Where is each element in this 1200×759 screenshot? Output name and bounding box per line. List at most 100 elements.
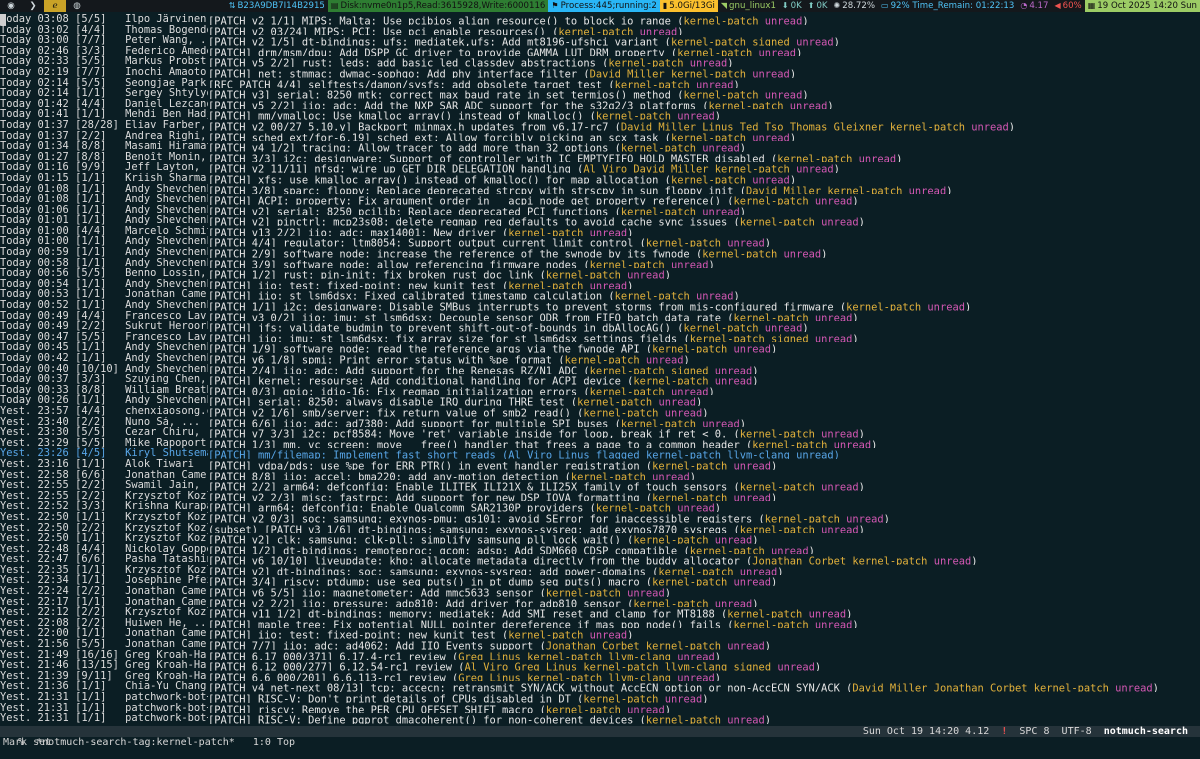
thread-tag: kernel-patch xyxy=(620,206,696,216)
status-disk-io: ▤ Disk:nvme0n1p5,Read:3615928,Write:60001… xyxy=(327,0,549,12)
thread-tag: kernel-patch xyxy=(558,26,634,36)
thread-row[interactable]: Today 00:56 [5/5] Benno Lossin, ... [PAT… xyxy=(0,268,1200,279)
wifi-icon: ◥ xyxy=(720,1,728,10)
thread-row[interactable]: Yest. 21:31 [1/1] patchwork-bot+lin..[PA… xyxy=(0,692,1200,703)
thread-row[interactable]: Today 00:49 [4/4] Francesco Lavra, ..[PA… xyxy=(0,311,1200,322)
thread-tag: kernel-patch xyxy=(664,68,747,78)
thread-row[interactable]: Today 01:37 [28/28] Eliav Farber, ... [P… xyxy=(0,120,1200,131)
thread-row[interactable]: Yest. 22:47 [6/6] Pasha Tatashin [PATCH … xyxy=(0,554,1200,565)
thread-row[interactable]: Today 00:52 [1/1] Andy Shevchenko [PATCH… xyxy=(0,300,1200,311)
thread-row[interactable]: Yest. 21:49 [16/16] Greg Kroah-Hartma..[… xyxy=(0,650,1200,661)
thread-tag: unread xyxy=(927,555,972,565)
thread-row[interactable]: Yest. 21:39 [9/11] Greg Kroah-Hartma..[P… xyxy=(0,671,1200,682)
tags-close: ) xyxy=(714,110,722,120)
thread-row[interactable]: Yest. 21:56 [5/5] Jonathan Cameron [PATC… xyxy=(0,639,1200,650)
thread-row[interactable]: Today 00:45 [1/1] Andy Shevchenko [PATCH… xyxy=(0,342,1200,353)
thread-row[interactable]: Today 00:54 [1/1] Andy Shevchenko [PATCH… xyxy=(0,279,1200,290)
thread-row[interactable]: Today 01:00 [1/1] Andy Shevchenko [PATCH… xyxy=(0,236,1200,247)
thread-row[interactable]: Today 00:40 [10/10] Andy Shevchenko, ..[… xyxy=(0,364,1200,375)
thread-row[interactable]: Yest. 21:36 [1/1] Chia-Yu Chang (No..[PA… xyxy=(0,681,1200,692)
thread-row[interactable]: Today 01:08 [1/1] Andy Shevchenko [PATCH… xyxy=(0,184,1200,195)
thread-row[interactable]: Today 03:00 [7/7] Peter Wang, ... [PATCH… xyxy=(0,35,1200,46)
thread-row[interactable]: Yest. 23:57 [4/4] chenxiaosong.chen..[PA… xyxy=(0,406,1200,417)
emacs-icon[interactable]: ℯ xyxy=(44,0,66,12)
network-icon: ⇅ xyxy=(228,1,236,10)
thread-row[interactable]: Yest. 21:31 [1/1] patchwork-bot+lin..[PA… xyxy=(0,703,1200,714)
thread-row[interactable]: Today 02:14 [1/1] Sergey Shtylyov [PATCH… xyxy=(0,88,1200,99)
thread-row[interactable]: Today 02:33 [5/5] Markus Probst [PATCH v… xyxy=(0,56,1200,67)
thread-row[interactable]: Today 01:16 [9/9] Jeff Layton, ... [PATC… xyxy=(0,162,1200,173)
thread-row[interactable]: Today 01:41 [1/1] Mehdi Ben Hadj Kh..[PA… xyxy=(0,109,1200,120)
thread-row[interactable]: Yest. 22:55 [2/2] Swamil Jain, ... [PATC… xyxy=(0,480,1200,491)
thread-row[interactable]: Today 02:14 [5/5] Seongjae Park [RFC PAT… xyxy=(0,78,1200,89)
terminal-icon[interactable]: ❯ xyxy=(22,0,44,12)
thread-row[interactable]: Today 01:27 [8/8] Benoît Monin, ... [PAT… xyxy=(0,152,1200,163)
thread-row[interactable]: Yest. 22:12 [2/2] Krzysztof Kozlowski[PA… xyxy=(0,607,1200,618)
thread-tag: unread xyxy=(721,714,765,724)
browser-icon[interactable]: ◍ xyxy=(66,0,88,12)
thread-tag: unread xyxy=(708,365,753,375)
thread-row[interactable]: Yest. 23:30 [5/5] Cezar Chiru, ... [PATC… xyxy=(0,427,1200,438)
thread-row[interactable]: Yest. 22:34 [1/1] Josephine Pfeiffer [PA… xyxy=(0,575,1200,586)
thread-tag: unread xyxy=(708,375,753,385)
thread-row[interactable]: Yest. 23:40 [2/2] Nuno Sá, ... [PATCH 6/… xyxy=(0,417,1200,428)
thread-row[interactable]: Today 02:46 [3/3] Federico Amedeo I..[PA… xyxy=(0,46,1200,57)
thread-tag: unread xyxy=(814,428,859,438)
thread-row[interactable]: Today 00:58 [1/1] Andy Shevchenko [PATCH… xyxy=(0,258,1200,269)
thread-row[interactable]: Today 03:08 [5/5] Ilpo Järvinen, ... [PA… xyxy=(0,14,1200,25)
thread-row[interactable]: Yest. 22:50 [2/2] Krzysztof Kozlowski(su… xyxy=(0,523,1200,534)
thread-row[interactable]: Yest. 23:29 [5/5] Mike Rapoport, ... [PA… xyxy=(0,438,1200,449)
thread-row[interactable]: Today 00:59 [1/1] Andy Shevchenko [PATCH… xyxy=(0,247,1200,258)
thread-row[interactable]: Yest. 22:35 [1/1] Krzysztof Kozlowski[PA… xyxy=(0,565,1200,576)
thread-row[interactable]: Today 00:26 [1/1] Andy Shevchenko [PATCH… xyxy=(0,395,1200,406)
thread-row[interactable]: Yest. 23:16 [1/1] Alok Tiwari [PATCH] vd… xyxy=(0,459,1200,470)
thread-row[interactable]: Yest. 22:50 [1/1] Krzysztof Kozlowski[PA… xyxy=(0,533,1200,544)
status-net-up-text: 0K xyxy=(816,1,828,11)
thread-row[interactable]: Yest. 22:50 [1/1] Krzysztof Kozlowski[PA… xyxy=(0,512,1200,523)
thread-tag: Greg xyxy=(458,651,484,661)
workspace-switcher[interactable]: ◉ ❯ ℯ ◍ xyxy=(0,0,88,12)
thread-row[interactable]: Today 03:02 [4/4] Thomas Bogendoerf..[PA… xyxy=(0,25,1200,36)
thread-subject: [PATCH] drm/msm/dpu: Add DSPP GC driver … xyxy=(208,47,671,57)
thread-tag: kernel-patch xyxy=(733,312,809,322)
tags-close: ) xyxy=(964,301,972,311)
thread-row[interactable]: Yest. 21:31 [1/1] patchwork-bot+lin..[PA… xyxy=(0,713,1200,724)
thread-row[interactable]: Today 01:08 [1/1] Andy Shevchenko [PATCH… xyxy=(0,194,1200,205)
echo-area: Mark set xyxy=(3,737,52,748)
thread-tag: Al_Viro xyxy=(583,163,628,173)
tags-close: ) xyxy=(752,365,759,375)
thread-row[interactable]: Yest. 22:17 [1/1] Jonathan Cameron [PATC… xyxy=(0,597,1200,608)
thread-date-count: Today 03:02 [4/4] Thomas Bogendoerf.. xyxy=(0,24,208,36)
thread-row[interactable]: Today 00:37 [3/3] Szuying Chen, ... [PAT… xyxy=(0,374,1200,385)
thread-tag: kernel-patch xyxy=(683,322,759,332)
thread-row[interactable]: Today 00:53 [1/1] Jonathan Cameron [PATC… xyxy=(0,289,1200,300)
thread-row[interactable]: Yest. 23:26 [4/5] Kiryl Shutsemau, ..[PA… xyxy=(0,448,1200,459)
tags-close: ) xyxy=(846,608,853,618)
thread-row[interactable]: Today 01:01 [1/1] Andy Shevchenko [PATCH… xyxy=(0,215,1200,226)
emacs-icon[interactable]: ◉ xyxy=(0,0,22,12)
notmuch-search-results[interactable]: Today 03:08 [5/5] Ilpo Järvinen, ... [PA… xyxy=(0,14,1200,724)
thread-row[interactable]: Today 00:47 [5/5] Francesco Lavra, ..[PA… xyxy=(0,332,1200,343)
thread-row[interactable]: Today 02:19 [7/7] Inochi Amaoto, ... [PA… xyxy=(0,67,1200,78)
thread-row[interactable]: Yest. 22:55 [2/2] Krzysztof Kozlowski[PA… xyxy=(0,491,1200,502)
thread-row[interactable]: Today 01:37 [2/2] Andrea Righi, ... [PAT… xyxy=(0,131,1200,142)
thread-tag: kernel-patch xyxy=(670,36,747,46)
major-mode[interactable]: notmuch-search xyxy=(1104,726,1188,737)
thread-row[interactable]: Yest. 22:08 [2/2] Huiwen He, ... [PATCH]… xyxy=(0,618,1200,629)
thread-row[interactable]: Today 00:49 [2/2] Sukrut Heroorkar,..[PA… xyxy=(0,321,1200,332)
thread-row[interactable]: Today 01:00 [4/4] Marcelo Schmitt, ..[PA… xyxy=(0,226,1200,237)
thread-row[interactable]: Yest. 22:00 [1/1] Jonathan Cameron [PATC… xyxy=(0,628,1200,639)
thread-row[interactable]: Yest. 21:46 [13/15] Greg Kroah-Hartma..[… xyxy=(0,660,1200,671)
thread-row[interactable]: Today 01:34 [8/8] Masami Hiramatsu ..[PA… xyxy=(0,141,1200,152)
thread-row[interactable]: Yest. 22:58 [6/6] Jonathan Cameron [PATC… xyxy=(0,470,1200,481)
thread-subject: [PATCH] kernel: resourse: Add conditiona… xyxy=(208,375,628,385)
thread-row[interactable]: Yest. 22:48 [4/4] Nickolay Goppen, ..[PA… xyxy=(0,544,1200,555)
thread-tag: unread xyxy=(583,280,628,290)
thread-row[interactable]: Today 01:42 [4/4] Daniel Lezcano, ...[PA… xyxy=(0,99,1200,110)
thread-row[interactable]: Yest. 22:52 [3/3] Krishna Kurapati,..[PA… xyxy=(0,501,1200,512)
thread-row[interactable]: Yest. 22:24 [2/2] Jonathan Cameron [PATC… xyxy=(0,586,1200,597)
thread-row[interactable]: Today 00:33 [8/8] William Breathitt..[PA… xyxy=(0,385,1200,396)
thread-row[interactable]: Today 01:06 [1/1] Andy Shevchenko [PATCH… xyxy=(0,205,1200,216)
thread-row[interactable]: Today 00:42 [1/1] Andy Shevchenko [PATCH… xyxy=(0,353,1200,364)
thread-row[interactable]: Today 01:15 [1/1] Kriish Sharma [PATCH] … xyxy=(0,173,1200,184)
